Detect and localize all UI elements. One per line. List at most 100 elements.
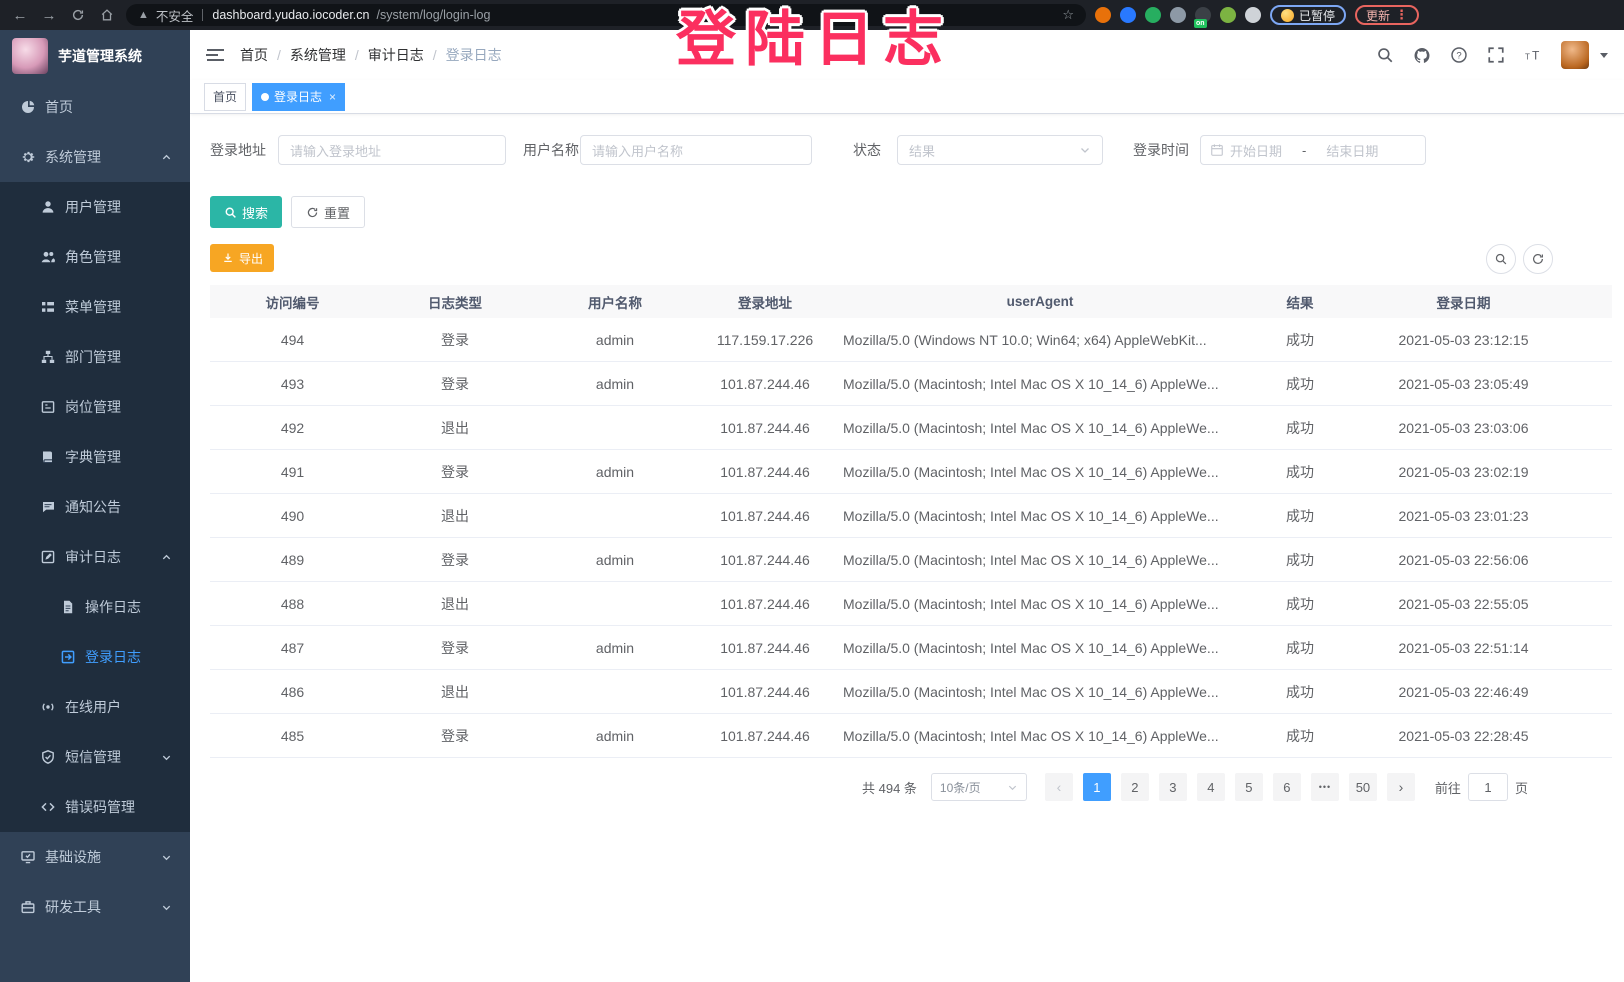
sidebar-item-dept[interactable]: 部门管理 [0, 332, 190, 382]
login-address-input[interactable]: 请输入登录地址 [278, 135, 506, 165]
search-button[interactable]: 搜索 [210, 196, 282, 228]
prev-page-button[interactable]: ‹ [1045, 773, 1073, 801]
sidebar-item-system[interactable]: 系统管理 [0, 132, 190, 182]
page-size-select[interactable]: 10条/页 [931, 773, 1027, 801]
grid-extension-icon[interactable] [1170, 7, 1186, 23]
username-input[interactable]: 请输入用户名称 [580, 135, 812, 165]
table-row[interactable]: 491登录admin101.87.244.46Mozilla/5.0 (Maci… [210, 450, 1612, 494]
table-cell: 2021-05-03 23:05:49 [1355, 376, 1612, 392]
table-row[interactable]: 494登录admin117.159.17.226Mozilla/5.0 (Win… [210, 318, 1612, 362]
breadcrumb-item[interactable]: 审计日志 [368, 45, 424, 65]
back-icon[interactable]: ← [10, 7, 30, 24]
table-cell: Mozilla/5.0 (Macintosh; Intel Mac OS X 1… [835, 420, 1245, 436]
page-button-5[interactable]: 5 [1235, 773, 1263, 801]
sidebar-item-label: 登录日志 [85, 647, 141, 667]
page-button-4[interactable]: 4 [1197, 773, 1225, 801]
table-row[interactable]: 486退出101.87.244.46Mozilla/5.0 (Macintosh… [210, 670, 1612, 714]
leaf-extension-icon[interactable] [1220, 7, 1236, 23]
date-range-picker[interactable]: 开始日期 - 结束日期 [1200, 135, 1426, 165]
sidebar-item-online-user[interactable]: 在线用户 [0, 682, 190, 732]
next-page-button[interactable]: › [1387, 773, 1415, 801]
refresh-table-button[interactable] [1523, 244, 1553, 274]
reset-button[interactable]: 重置 [291, 196, 365, 228]
page-button-50[interactable]: 50 [1349, 773, 1377, 801]
table-cell: Mozilla/5.0 (Macintosh; Intel Mac OS X 1… [835, 552, 1245, 568]
security-label[interactable]: 不安全 [156, 6, 194, 25]
breadcrumb-item[interactable]: 系统管理 [290, 45, 346, 65]
sidebar-item-label: 在线用户 [65, 697, 121, 717]
table-cell: 成功 [1245, 726, 1355, 746]
font-size-icon[interactable]: TT [1524, 46, 1542, 64]
sidebar-item-operate-log[interactable]: 操作日志 [0, 582, 190, 632]
hamburger-icon[interactable] [190, 30, 240, 80]
page-ellipsis[interactable]: ••• [1311, 773, 1339, 801]
sidebar-item-notice[interactable]: 通知公告 [0, 482, 190, 532]
audit-icon [40, 549, 56, 565]
sidebar-logo-row[interactable]: 芋道管理系统 [0, 30, 190, 82]
paused-extension-badge[interactable]: 已暂停 [1270, 5, 1346, 25]
orange-extension-icon[interactable] [1095, 7, 1111, 23]
sidebar-item-home[interactable]: 首页 [0, 82, 190, 132]
table-row[interactable]: 488退出101.87.244.46Mozilla/5.0 (Macintosh… [210, 582, 1612, 626]
url-path: /system/log/login-log [376, 8, 490, 22]
update-browser-button[interactable]: 更新 ⋮ [1355, 5, 1419, 25]
sidebar-item-sms[interactable]: 短信管理 [0, 732, 190, 782]
table-row[interactable]: 489登录admin101.87.244.46Mozilla/5.0 (Maci… [210, 538, 1612, 582]
reload-icon[interactable] [68, 8, 88, 22]
green-circle-extension-icon[interactable] [1145, 7, 1161, 23]
sidebar-item-label: 系统管理 [45, 147, 101, 167]
sidebar-item-audit-log[interactable]: 审计日志 [0, 532, 190, 582]
github-icon[interactable] [1413, 46, 1431, 64]
chevron-up-icon [158, 149, 174, 165]
sidebar-item-post[interactable]: 岗位管理 [0, 382, 190, 432]
breadcrumb-separator: / [355, 47, 359, 63]
avatar-caret-icon[interactable] [1600, 53, 1608, 58]
goto-page-input[interactable]: 1 [1468, 773, 1508, 801]
sidebar-item-login-log[interactable]: 登录日志 [0, 632, 190, 682]
forward-icon[interactable]: → [39, 7, 59, 24]
page-button-2[interactable]: 2 [1121, 773, 1149, 801]
sidebar-item-error-code[interactable]: 错误码管理 [0, 782, 190, 832]
column-header: userAgent [835, 294, 1245, 309]
fullscreen-icon[interactable] [1487, 46, 1505, 64]
tag-close-icon[interactable]: × [329, 90, 336, 104]
sidebar-item-dev-tool[interactable]: 研发工具 [0, 882, 190, 932]
home-browser-icon[interactable] [97, 8, 117, 22]
table-cell: admin [535, 332, 695, 348]
puzzle-extension-icon[interactable] [1245, 7, 1261, 23]
page-button-6[interactable]: 6 [1273, 773, 1301, 801]
sidebar-item-dict[interactable]: 字典管理 [0, 432, 190, 482]
sidebar-item-infra[interactable]: 基础设施 [0, 832, 190, 882]
url-divider [202, 9, 203, 21]
menu-icon [40, 299, 56, 315]
sidebar-item-user[interactable]: 用户管理 [0, 182, 190, 232]
table-cell: 486 [210, 684, 375, 700]
table-row[interactable]: 490退出101.87.244.46Mozilla/5.0 (Macintosh… [210, 494, 1612, 538]
user-avatar[interactable] [1561, 41, 1589, 69]
sidebar-item-role[interactable]: 角色管理 [0, 232, 190, 282]
table-row[interactable]: 492退出101.87.244.46Mozilla/5.0 (Macintosh… [210, 406, 1612, 450]
date-start-placeholder: 开始日期 [1230, 141, 1282, 160]
sidebar-item-menu[interactable]: 菜单管理 [0, 282, 190, 332]
tampermonkey-extension-icon[interactable]: on [1195, 7, 1211, 23]
tag-active[interactable]: 登录日志× [252, 83, 345, 111]
blue-gem-extension-icon[interactable] [1120, 7, 1136, 23]
chevron-down-icon [158, 849, 174, 865]
page-button-1[interactable]: 1 [1083, 773, 1111, 801]
pagination: 共 494 条 10条/页 ‹ 123456•••50 › 前往 1 页 [862, 773, 1528, 801]
table-row[interactable]: 485登录admin101.87.244.46Mozilla/5.0 (Maci… [210, 714, 1612, 758]
toggle-search-button[interactable] [1486, 244, 1516, 274]
table-row[interactable]: 487登录admin101.87.244.46Mozilla/5.0 (Maci… [210, 626, 1612, 670]
tag-item[interactable]: 首页 [204, 83, 246, 111]
browser-menu-icon[interactable]: ⋮ [1395, 7, 1408, 23]
export-button[interactable]: 导出 [210, 244, 274, 272]
column-header: 登录地址 [695, 292, 835, 312]
breadcrumb-item[interactable]: 首页 [240, 45, 268, 65]
bookmark-star-icon[interactable]: ☆ [1062, 7, 1074, 23]
search-icon[interactable] [1376, 46, 1394, 64]
url-bar[interactable]: ▲ 不安全 dashboard.yudao.iocoder.cn/system/… [126, 4, 1086, 26]
page-button-3[interactable]: 3 [1159, 773, 1187, 801]
help-icon[interactable]: ? [1450, 46, 1468, 64]
table-row[interactable]: 493登录admin101.87.244.46Mozilla/5.0 (Maci… [210, 362, 1612, 406]
status-select[interactable]: 结果 [897, 135, 1103, 165]
